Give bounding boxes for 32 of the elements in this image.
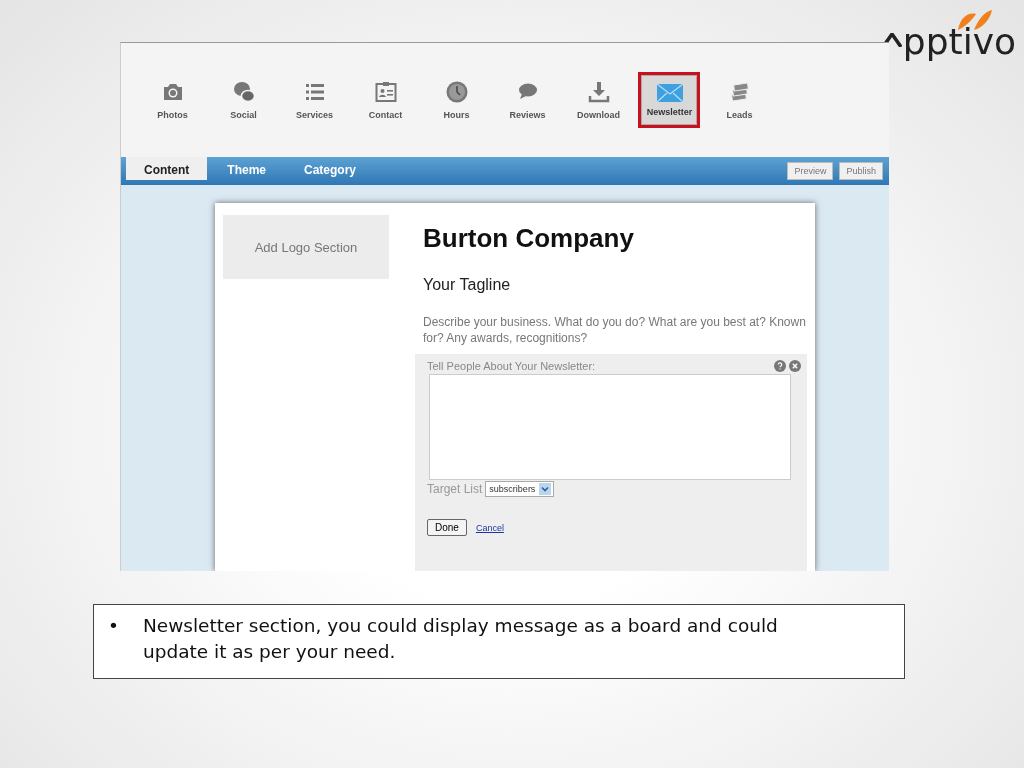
toolbar-button[interactable]: Social [208, 74, 279, 126]
envelope-icon [655, 83, 684, 103]
toolbar-button[interactable]: Photos [137, 74, 208, 126]
target-list-dropdown[interactable]: subscribers [485, 481, 555, 498]
target-list-label: Target List [427, 482, 483, 497]
company-name: Burton Company [423, 223, 635, 254]
help-icon[interactable] [774, 360, 786, 373]
toolbar-button[interactable]: Services [279, 74, 350, 126]
download-icon [586, 80, 611, 104]
tab[interactable]: Content [126, 157, 208, 180]
done-button[interactable]: Done [427, 519, 467, 537]
toolbar-button[interactable]: Newsletter [641, 75, 697, 125]
close-icon[interactable] [789, 360, 801, 373]
add-logo-section[interactable]: Add Logo Section [223, 215, 389, 279]
toolbar-button[interactable]: Hours [421, 74, 492, 126]
bullet: • [108, 614, 119, 638]
action-button[interactable]: Preview [787, 162, 834, 180]
clock-icon [444, 80, 469, 104]
id-card-icon [373, 80, 398, 104]
action-button[interactable]: Publish [839, 162, 883, 180]
toolbar-button[interactable]: Reviews [492, 74, 563, 126]
business-description: Describe your business. What do you do? What are you best at? Known for? Any awards, recognitions? [423, 314, 807, 347]
toolbar-button[interactable]: Download [563, 74, 634, 126]
newsletter-label: Tell People About Your Newsletter: [427, 360, 597, 373]
logo-text: pptivo [902, 24, 1016, 60]
caption-text: Newsletter section, you could display message as a board and could update it as per your need. [142, 614, 779, 664]
tab[interactable]: Category [286, 157, 375, 180]
tagline: Your Tagline [423, 276, 512, 294]
chat-bubbles-icon [231, 80, 256, 104]
cancel-link[interactable]: Cancel [475, 522, 504, 533]
toolbar-button[interactable]: Contact [350, 74, 421, 126]
toolbar-button[interactable]: Leads [704, 74, 775, 126]
